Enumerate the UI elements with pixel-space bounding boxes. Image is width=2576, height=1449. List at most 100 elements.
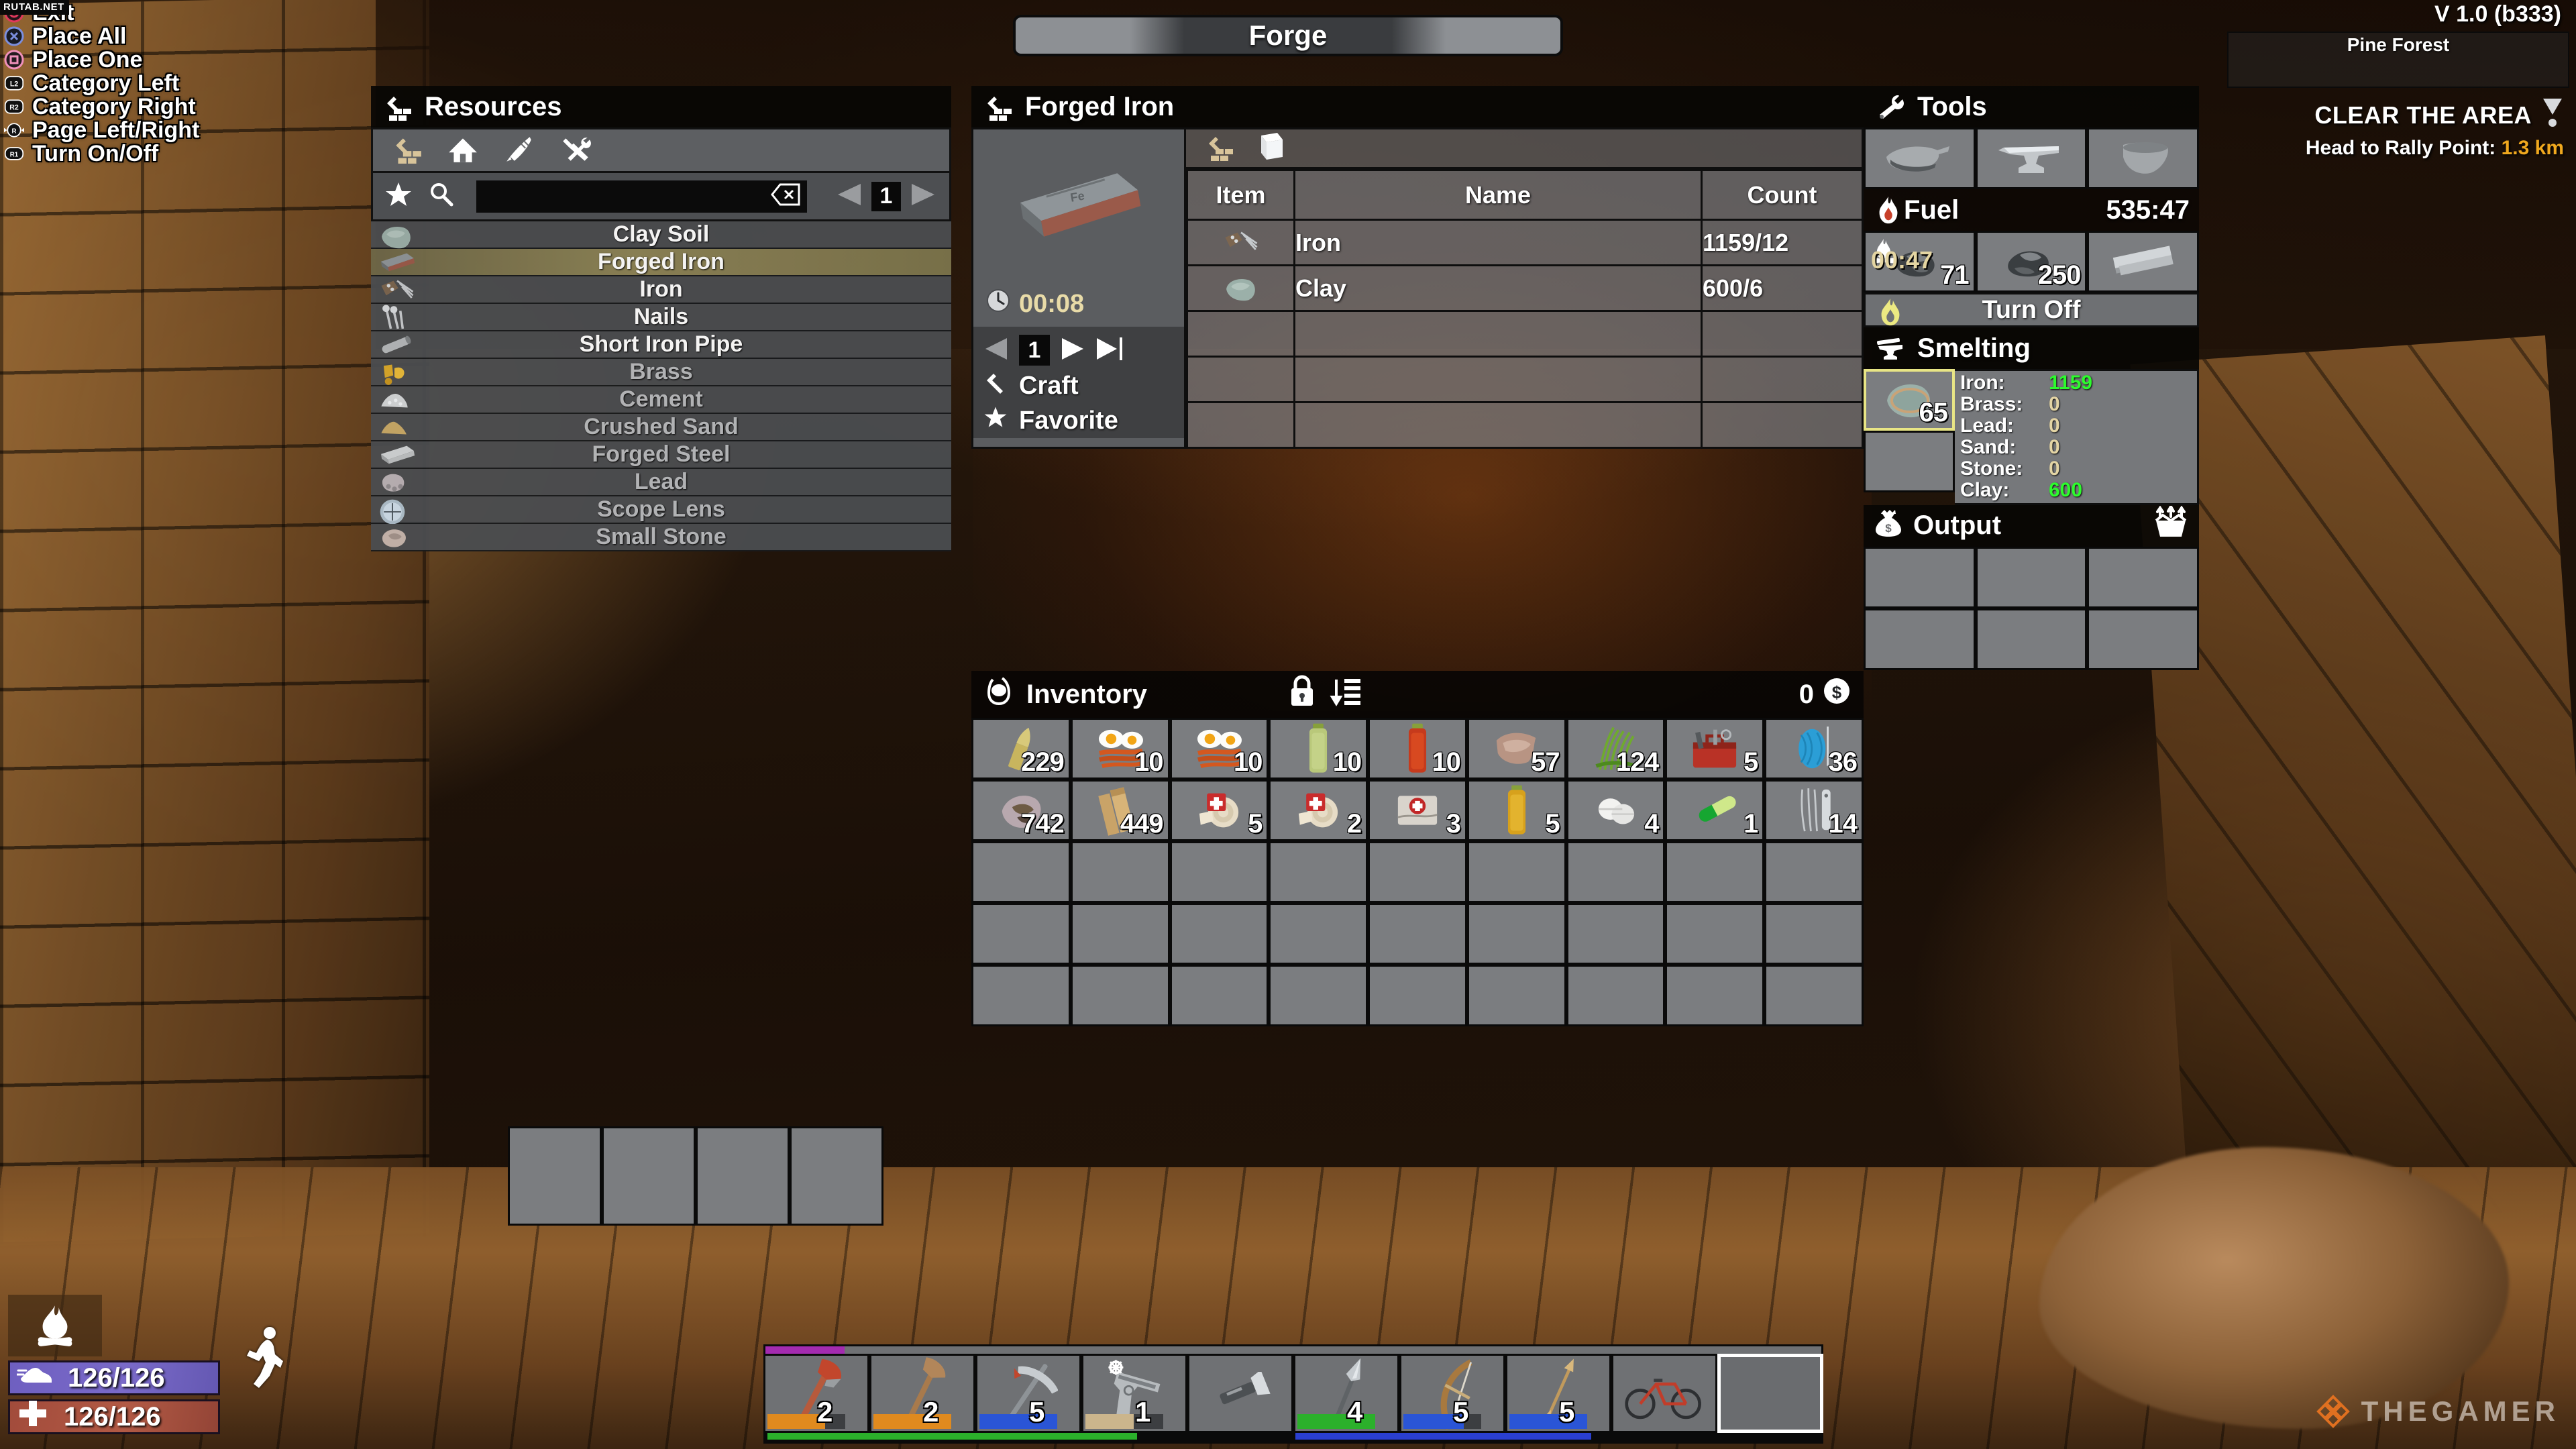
hotbar-slot[interactable]: 2 [763, 1354, 869, 1433]
resource-row[interactable]: Lead [371, 469, 951, 496]
hotbar-slot[interactable] [1717, 1354, 1823, 1433]
inventory-slot[interactable] [1764, 841, 1864, 903]
inventory-slot[interactable]: 449 [1070, 780, 1170, 841]
inventory-slot[interactable]: 14 [1764, 780, 1864, 841]
hotbar-slot[interactable] [1187, 1354, 1293, 1433]
hotbar-slot[interactable]: 5 [975, 1354, 1081, 1433]
resource-row[interactable]: Brass [371, 359, 951, 386]
hint-category-left[interactable]: L2 Category Left [4, 70, 286, 96]
qty-increase-button[interactable] [1058, 336, 1086, 365]
resource-row[interactable]: Scope Lens [371, 496, 951, 524]
output-slot[interactable] [1864, 608, 1976, 670]
inventory-slot[interactable] [1269, 903, 1368, 965]
inventory-slot[interactable] [971, 841, 1071, 903]
inventory-slot[interactable]: 10 [1070, 718, 1170, 780]
category-tab-weapons[interactable] [503, 133, 535, 168]
inventory-slot[interactable] [1466, 841, 1566, 903]
inventory-slot[interactable] [1368, 841, 1467, 903]
hotbar-slot[interactable] [1611, 1354, 1717, 1433]
take-all-icon[interactable] [2152, 503, 2190, 546]
inventory-slot[interactable] [1764, 903, 1864, 965]
inventory-slot[interactable] [1665, 903, 1765, 965]
favorite-filter-icon[interactable] [384, 180, 413, 213]
inventory-slot[interactable]: 5 [1169, 780, 1269, 841]
output-slot[interactable] [1864, 546, 1976, 608]
output-slot[interactable] [2087, 608, 2199, 670]
output-slot[interactable] [1975, 546, 2088, 608]
qty-max-button[interactable] [1094, 336, 1125, 365]
page-prev-button[interactable] [834, 181, 865, 211]
inventory-slot[interactable]: 2 [1269, 780, 1368, 841]
lock-icon[interactable] [1287, 674, 1318, 715]
category-tab-home[interactable] [447, 133, 479, 168]
inventory-slot[interactable] [1764, 965, 1864, 1026]
inventory-slot[interactable]: 10 [1368, 718, 1467, 780]
resource-row[interactable]: Small Stone [371, 524, 951, 551]
inventory-slot[interactable]: 10 [1169, 718, 1269, 780]
category-tab-building[interactable] [390, 133, 423, 168]
resource-row[interactable]: Crushed Sand [371, 414, 951, 441]
inventory-slot[interactable]: 1 [1665, 780, 1765, 841]
inventory-slot[interactable] [1466, 965, 1566, 1026]
resource-row[interactable]: Short Iron Pipe [371, 331, 951, 359]
hint-place-one[interactable]: Place One [4, 47, 286, 72]
output-slot[interactable] [2087, 546, 2199, 608]
page-next-button[interactable] [908, 181, 938, 211]
inventory-slot[interactable]: 10 [1269, 718, 1368, 780]
resource-row[interactable]: Forged Iron [371, 249, 951, 276]
inventory-slot[interactable] [1466, 903, 1566, 965]
inventory-slot[interactable] [1070, 841, 1170, 903]
resource-row[interactable]: Iron [371, 276, 951, 304]
inventory-slot[interactable] [1169, 841, 1269, 903]
hotbar-slot[interactable]: 2 [869, 1354, 975, 1433]
inventory-slot[interactable] [1368, 965, 1467, 1026]
inventory-slot[interactable] [1070, 903, 1170, 965]
inventory-slot[interactable] [1566, 841, 1666, 903]
smelting-slot-clay[interactable]: 65 [1864, 369, 1955, 431]
resource-row[interactable]: Nails [371, 304, 951, 331]
hint-turn-on-off[interactable]: R1 Turn On/Off [4, 141, 286, 166]
craft-button[interactable]: Craft [973, 368, 1184, 403]
resource-row[interactable]: Forged Steel [371, 441, 951, 469]
inventory-slot[interactable]: 5 [1466, 780, 1566, 841]
fuel-slot-wood[interactable] [2087, 231, 2200, 292]
inventory-slot[interactable]: 57 [1466, 718, 1566, 780]
inventory-slot[interactable]: 4 [1566, 780, 1666, 841]
fuel-slot-coal-burning[interactable]: 00:47 71 [1864, 231, 1976, 292]
fuel-toggle-button[interactable]: Turn Off [1864, 292, 2199, 327]
inventory-slot[interactable] [1665, 965, 1765, 1026]
inventory-slot[interactable] [971, 965, 1071, 1026]
hotbar-slot[interactable]: 5 [1399, 1354, 1505, 1433]
favorite-button[interactable]: Favorite [973, 403, 1184, 438]
inventory-slot[interactable]: 5 [1665, 718, 1765, 780]
inventory-slot[interactable] [1269, 965, 1368, 1026]
tool-slot-crucible[interactable] [2087, 127, 2200, 189]
hint-place-all[interactable]: Place All [4, 23, 286, 49]
inventory-slot[interactable]: 124 [1566, 718, 1666, 780]
fuel-slot-coal[interactable]: 250 [1975, 231, 2088, 292]
inventory-slot[interactable] [1169, 903, 1269, 965]
output-slot[interactable] [1975, 608, 2088, 670]
extra-slot[interactable] [696, 1126, 790, 1226]
search-input[interactable] [476, 180, 807, 213]
inventory-slot[interactable]: 36 [1764, 718, 1864, 780]
inventory-slot[interactable]: 3 [1368, 780, 1467, 841]
smelting-slot-empty[interactable] [1864, 431, 1955, 492]
inventory-slot[interactable] [1665, 841, 1765, 903]
tool-slot-anvil[interactable] [1975, 127, 2088, 189]
hotbar-slot[interactable]: 1 [1081, 1354, 1187, 1433]
resource-row[interactable]: Cement [371, 386, 951, 414]
hint-category-right[interactable]: R2 Category Right [4, 94, 286, 119]
inventory-slot[interactable] [1169, 965, 1269, 1026]
inventory-slot[interactable] [1368, 903, 1467, 965]
inventory-slot[interactable] [971, 903, 1071, 965]
extra-slot[interactable] [602, 1126, 696, 1226]
inventory-slot[interactable] [1566, 965, 1666, 1026]
backspace-icon[interactable] [771, 183, 800, 209]
book-tab[interactable] [1257, 131, 1285, 166]
qty-decrease-button[interactable] [983, 336, 1011, 365]
extra-slot[interactable] [790, 1126, 883, 1226]
hotbar-slot[interactable]: 5 [1505, 1354, 1611, 1433]
inventory-slot[interactable]: 742 [971, 780, 1071, 841]
extra-slot[interactable] [508, 1126, 602, 1226]
